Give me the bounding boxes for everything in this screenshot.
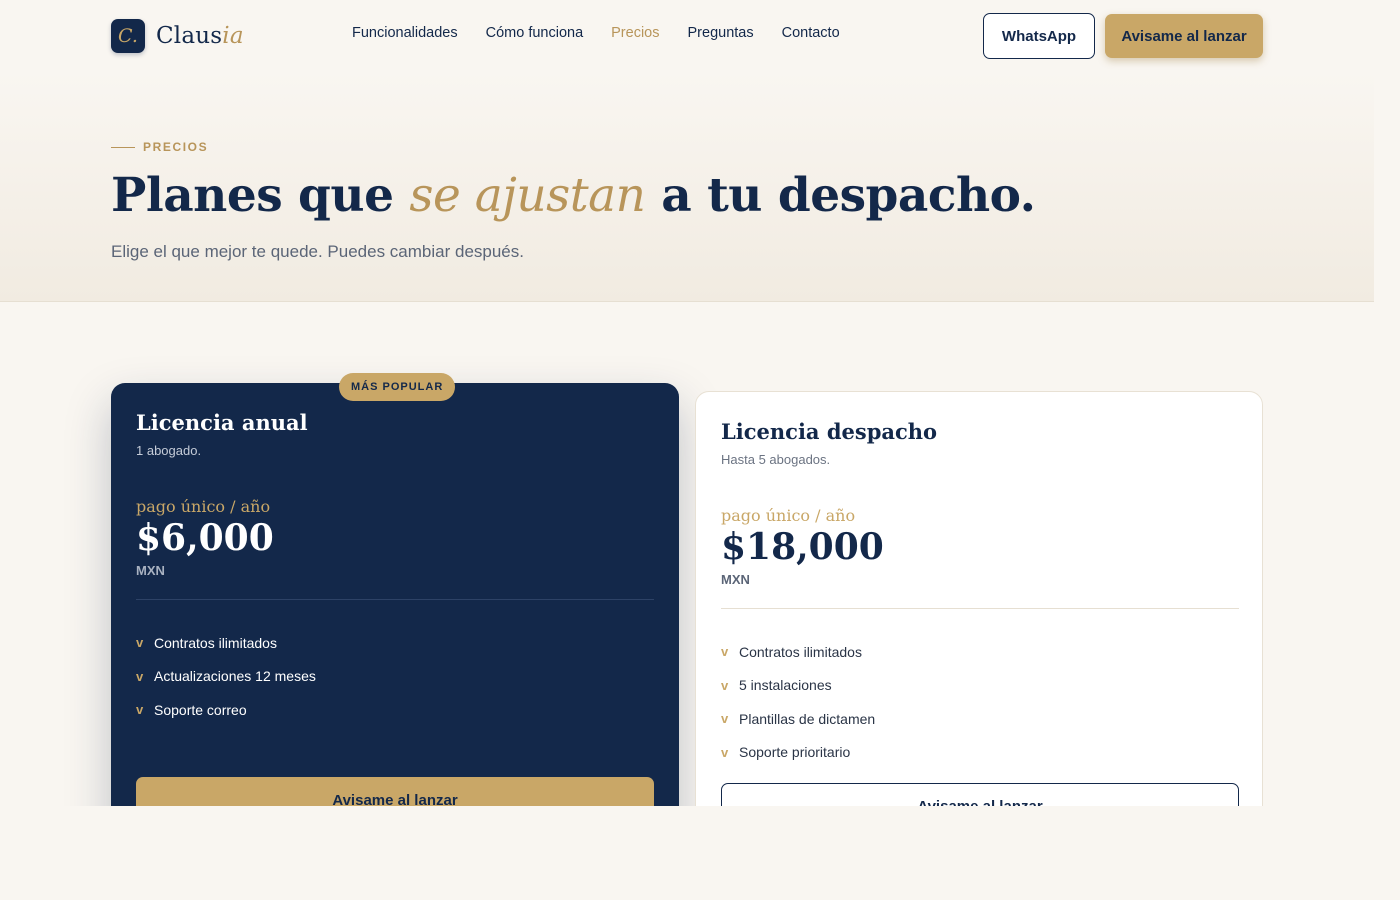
nav-link-precios[interactable]: Precios: [611, 25, 659, 41]
feature-item: v Actualizaciones 12 meses: [136, 660, 316, 694]
feature-label: Soporte correo: [154, 701, 247, 718]
plan-period: pago único / año: [136, 497, 271, 516]
check-icon: v: [721, 744, 729, 760]
check-icon: v: [136, 702, 144, 718]
logo-wordmark: Clausia: [156, 23, 244, 49]
whatsapp-button[interactable]: WhatsApp: [983, 13, 1095, 59]
nav-link-funcionalidades[interactable]: Funcionalidades: [352, 25, 458, 41]
plan-currency: MXN: [721, 572, 750, 587]
feature-item: v Soporte correo: [136, 693, 316, 727]
plan-annual-cta-button[interactable]: Avisame al lanzar: [136, 777, 654, 806]
page-subtitle: Elige el que mejor te quede. Puedes camb…: [111, 242, 524, 261]
check-icon: v: [721, 677, 729, 693]
feature-label: Contratos ilimitados: [154, 634, 277, 651]
feature-label: Plantillas de dictamen: [739, 710, 876, 727]
plan-features: v Contratos ilimitados v 5 instalaciones v…: [721, 635, 875, 769]
plan-card-firm: Licencia despacho Hasta 5 abogados. pago…: [695, 391, 1263, 806]
plan-title: Licencia despacho: [721, 419, 938, 444]
nav-link-contacto[interactable]: Contacto: [782, 25, 840, 41]
plan-title: Licencia anual: [136, 410, 308, 435]
header-launch-button[interactable]: Avisame al lanzar: [1105, 14, 1263, 58]
logo-mark-icon: C.: [111, 19, 145, 53]
eyebrow-label: PRECIOS: [143, 140, 209, 154]
plan-features: v Contratos ilimitados v Actualizaciones 1…: [136, 626, 316, 727]
title-accent: se ajustan: [409, 168, 646, 223]
site-header: C. Clausia Funcionalidades Cómo funciona…: [0, 0, 1374, 72]
feature-label: Actualizaciones 12 meses: [154, 668, 316, 685]
feature-item: v Soporte prioritario: [721, 736, 875, 770]
nav-link-como-funciona[interactable]: Cómo funciona: [486, 25, 584, 41]
logo-name-main: Claus: [156, 23, 223, 49]
section-eyebrow: PRECIOS: [111, 140, 208, 154]
plan-card-annual: MÁS POPULAR Licencia anual 1 abogado. pa…: [111, 373, 679, 806]
plan-currency: MXN: [136, 563, 165, 578]
feature-item: v 5 instalaciones: [721, 669, 875, 703]
feature-item: v Contratos ilimitados: [721, 635, 875, 669]
main-nav: Funcionalidades Cómo funciona Precios Pr…: [352, 25, 868, 41]
nav-link-preguntas[interactable]: Preguntas: [688, 25, 754, 41]
plan-seats: Hasta 5 abogados.: [721, 452, 831, 467]
logo-name-accent: ia: [222, 23, 244, 49]
check-icon: v: [136, 668, 144, 684]
check-icon: v: [721, 711, 729, 727]
plan-seats: 1 abogado.: [136, 443, 202, 458]
plan-period: pago único / año: [721, 506, 856, 525]
check-icon: v: [136, 635, 144, 651]
title-before: Planes que: [111, 168, 410, 223]
popular-badge: MÁS POPULAR: [339, 373, 456, 401]
feature-item: v Contratos ilimitados: [136, 626, 316, 660]
feature-label: Contratos ilimitados: [739, 643, 862, 660]
plan-firm-cta-button[interactable]: Avisame al lanzar: [721, 783, 1239, 806]
check-icon: v: [721, 644, 729, 660]
feature-item: v Plantillas de dictamen: [721, 702, 875, 736]
plan-price: $6,000: [136, 517, 274, 559]
pricing-cards: MÁS POPULAR Licencia anual 1 abogado. pa…: [0, 303, 1374, 806]
title-after: a tu despacho.: [645, 168, 1036, 223]
pricing-hero: PRECIOS Planes que se ajustan a tu despa…: [0, 72, 1374, 302]
feature-label: Soporte prioritario: [739, 744, 851, 761]
plan-divider: [721, 608, 1239, 609]
scrollbar-gutter: [1374, 0, 1400, 900]
plan-divider: [136, 599, 654, 600]
logo[interactable]: C. Clausia: [111, 19, 244, 53]
plan-price: $18,000: [721, 526, 884, 568]
feature-label: 5 instalaciones: [739, 677, 832, 694]
eyebrow-line: [111, 146, 135, 148]
page-title: Planes que se ajustan a tu despacho.: [111, 168, 1036, 223]
